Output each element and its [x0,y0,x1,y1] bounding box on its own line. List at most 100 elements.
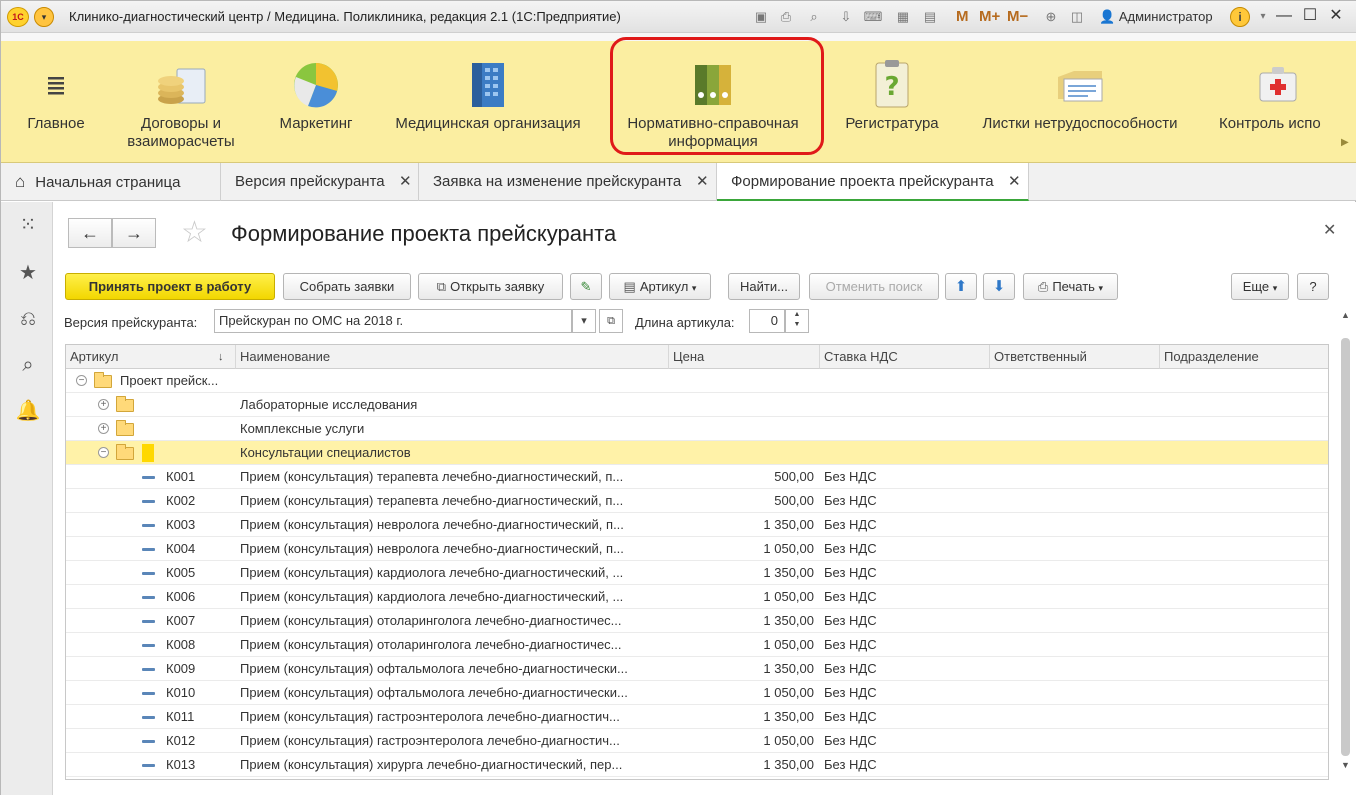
section-registry[interactable]: ? Регистратура [837,41,947,163]
version-dropdown-button[interactable]: ▾ [572,309,596,333]
column-header-responsible[interactable]: Ответственный [990,345,1160,369]
maximize-button[interactable]: ☐ [1299,5,1321,27]
version-open-button[interactable]: ⧉ [599,309,623,333]
version-field[interactable]: Прейскуран по ОМС на 2018 г. [214,309,572,333]
chevron-down-icon[interactable]: ▾ [1253,7,1273,27]
apps-grid-icon[interactable]: ⁙ [15,212,41,238]
table-row-group[interactable]: − Проект прейск... [66,369,1328,393]
tab-change-request[interactable]: Заявка на изменение прейскуранта ✕ [419,163,717,201]
table-row-group[interactable]: + Комплексные услуги [66,417,1328,441]
article-length-stepper[interactable]: ▲ ▼ [785,309,809,333]
bell-icon[interactable]: 🔔 [15,398,41,424]
favorite-star-icon[interactable]: ☆ [181,218,208,248]
calculator-icon[interactable]: ▦ [893,7,913,27]
move-up-button[interactable]: ⬆ [945,273,977,300]
accept-project-button[interactable]: Принять проект в работу [65,273,275,300]
item-icon [142,524,155,527]
table-row[interactable]: К006 Прием (консультация) кардиолога лече… [66,585,1328,609]
close-icon[interactable]: ✕ [1008,163,1021,201]
collapse-icon[interactable]: − [98,447,109,458]
column-header-article[interactable]: Артикул ↓ [66,345,236,369]
open-request-button[interactable]: ⧉ Открыть заявку [418,273,563,300]
forward-button[interactable]: → [112,218,156,248]
scroll-right-icon[interactable]: ▶ [1341,137,1349,148]
close-icon[interactable]: ✕ [696,163,709,201]
chevron-down-icon: ▾ [1098,283,1104,293]
table-row[interactable]: К007 Прием (консультация) отоларинголога … [66,609,1328,633]
preview-icon[interactable]: ⌕ [804,7,824,27]
chevron-down-icon: ▾ [691,283,697,293]
table-row[interactable]: К001 Прием (консультация) терапевта лечеб… [66,465,1328,489]
table-row[interactable]: К012 Прием (консультация) гастроэнтеролог… [66,729,1328,753]
find-button[interactable]: Найти... [728,273,800,300]
section-marketing[interactable]: Маркетинг [266,41,366,163]
memory-m-button[interactable]: M [956,8,969,25]
close-window-button[interactable]: ✕ [1325,5,1347,27]
favorites-star-icon[interactable]: ★ [15,260,41,286]
pricelist-tree-table[interactable]: Артикул ↓ Наименование Цена Ставка НДС От… [65,344,1329,780]
history-icon[interactable]: ⎌ [15,306,41,332]
memory-mplus-button[interactable]: M+ [979,8,1000,25]
expand-icon[interactable]: + [98,399,109,410]
section-main[interactable]: Главное [15,41,97,163]
article-button[interactable]: ▤ Артикул ▾ [609,273,711,300]
scan-icon[interactable]: ⌨ [863,7,883,27]
close-form-icon[interactable]: ✕ [1323,220,1336,240]
scroll-thumb[interactable] [1341,338,1350,756]
search-icon[interactable]: ⌕ [15,352,41,378]
info-icon[interactable]: i [1230,7,1250,27]
move-down-button[interactable]: ⬇ [983,273,1015,300]
download-icon[interactable]: ⇩ [836,7,856,27]
table-row[interactable]: К010 Прием (консультация) офтальмолога ле… [66,681,1328,705]
table-row[interactable]: К005 Прием (консультация) кардиолога лече… [66,561,1328,585]
edit-button[interactable]: ✎ [570,273,602,300]
more-button[interactable]: Еще ▾ [1231,273,1289,300]
form-area: ← → ☆ Формирование проекта прейскуранта … [53,202,1356,795]
save-icon[interactable]: ▣ [751,7,771,27]
table-row[interactable]: К009 Прием (консультация) офтальмолога ле… [66,657,1328,681]
vertical-scrollbar[interactable]: ▲ ▼ [1337,310,1353,776]
section-sick-leaves[interactable]: Листки нетрудоспособности [973,41,1187,163]
minimize-button[interactable]: — [1273,5,1295,27]
section-medical-organization[interactable]: Медицинская организация [387,41,589,163]
tab-home[interactable]: ⌂ Начальная страница [1,163,221,201]
section-contracts[interactable]: Договоры и взаиморасчеты [111,41,251,163]
chevron-down-icon: ▾ [581,315,587,327]
close-icon[interactable]: ✕ [399,163,412,201]
column-header-vat[interactable]: Ставка НДС [820,345,990,369]
table-row-group[interactable]: − Консультации специалистов [66,441,1328,465]
collect-requests-button[interactable]: Собрать заявки [283,273,411,300]
table-row-group[interactable]: + Лабораторные исследования [66,393,1328,417]
column-header-name[interactable]: Наименование [236,345,669,369]
table-row[interactable]: К008 Прием (консультация) отоларинголога … [66,633,1328,657]
column-header-department[interactable]: Подразделение [1160,345,1328,369]
collapse-icon[interactable]: − [76,375,87,386]
table-row[interactable]: К013 Прием (консультация) хирурга лечебно… [66,753,1328,777]
scroll-up-icon[interactable]: ▲ [1341,310,1350,320]
article-length-field[interactable]: 0 [749,309,785,333]
memory-mminus-button[interactable]: M− [1007,8,1028,25]
table-row[interactable]: К002 Прием (консультация) терапевта лечеб… [66,489,1328,513]
zoom-icon[interactable]: ⊕ [1041,7,1061,27]
user-name: Администратор [1118,9,1213,24]
scroll-down-icon[interactable]: ▼ [1341,760,1350,770]
table-row[interactable]: К003 Прием (консультация) невролога лечеб… [66,513,1328,537]
table-row[interactable]: К011 Прием (консультация) гастроэнтеролог… [66,705,1328,729]
app-logo-icon[interactable]: 1С [7,7,29,27]
print-button[interactable]: ⎙ Печать ▾ [1023,273,1118,300]
help-button[interactable]: ? [1297,273,1329,300]
panel-toggle-icon[interactable]: ◫ [1067,7,1087,27]
calendar-icon[interactable]: ▤ [920,7,940,27]
main-menu-button[interactable]: ▾ [34,7,54,27]
cell-vat: Без НДС [824,709,877,724]
cancel-search-button[interactable]: Отменить поиск [809,273,939,300]
back-button[interactable]: ← [68,218,112,248]
print-icon[interactable]: ⎙ [776,7,796,27]
expand-icon[interactable]: + [98,423,109,434]
table-row[interactable]: К004 Прием (консультация) невролога лечеб… [66,537,1328,561]
column-header-price[interactable]: Цена [669,345,820,369]
tab-pricelist-project[interactable]: Формирование проекта прейскуранта ✕ [717,163,1029,201]
section-control[interactable]: Контроль испо [1215,41,1341,163]
user-menu[interactable]: 👤 Администратор [1099,9,1213,25]
tab-pricelist-version[interactable]: Версия прейскуранта ✕ [221,163,419,201]
